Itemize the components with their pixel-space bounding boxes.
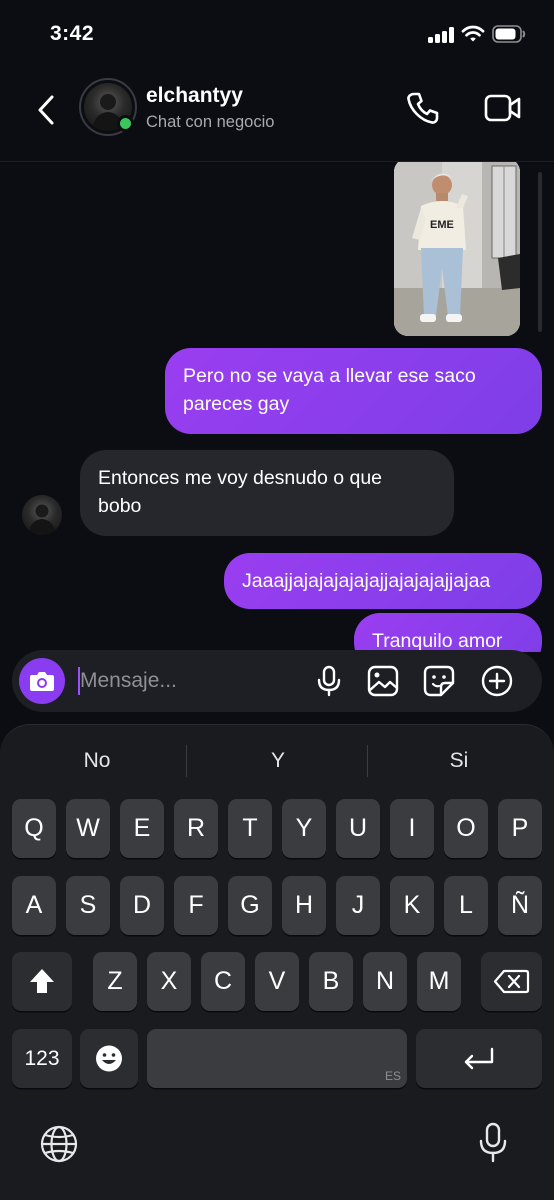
emoji-key[interactable] xyxy=(80,1029,138,1088)
message-line: Jaaajjajajajajajajjajajajajjajaa xyxy=(242,570,491,592)
message-line: pareces gay xyxy=(183,393,290,415)
space-key[interactable]: ES xyxy=(147,1029,407,1088)
key-l[interactable]: L xyxy=(444,876,488,935)
backspace-key[interactable] xyxy=(481,952,542,1011)
key-g[interactable]: G xyxy=(228,876,272,935)
wifi-icon xyxy=(461,25,485,42)
key-a[interactable]: A xyxy=(12,876,56,935)
key-s[interactable]: S xyxy=(66,876,110,935)
key-i[interactable]: I xyxy=(390,799,434,858)
photo-message[interactable]: EME xyxy=(394,162,520,336)
key-p[interactable]: P xyxy=(498,799,542,858)
cellular-signal-icon xyxy=(428,27,454,43)
emoji-icon xyxy=(96,1045,122,1072)
message-line: Pero no se vaya a llevar ese saco xyxy=(183,365,476,387)
scrollbar[interactable] xyxy=(538,172,542,332)
key-y[interactable]: Y xyxy=(282,799,326,858)
message-list[interactable]: EME Pero no se vaya a llevar ese saco pa… xyxy=(0,162,554,652)
incoming-message[interactable]: Entonces me voy desnudo o que bobo xyxy=(80,450,454,536)
key-r[interactable]: R xyxy=(174,799,218,858)
keyboard: No Y Si Q W E R T Y U I O P A S D F G H … xyxy=(0,724,554,1200)
sender-avatar[interactable] xyxy=(22,495,62,535)
outgoing-message[interactable]: Jaaajjajajajajajajjajajajajjajaa xyxy=(224,553,542,609)
key-q[interactable]: Q xyxy=(12,799,56,858)
key-h[interactable]: H xyxy=(282,876,326,935)
key-v[interactable]: V xyxy=(255,952,299,1011)
contact-name[interactable]: elchantyy xyxy=(146,84,243,108)
globe-icon[interactable] xyxy=(39,1124,79,1164)
message-line: Tranquilo amor xyxy=(372,630,503,652)
shift-key[interactable] xyxy=(12,952,72,1011)
message-input[interactable] xyxy=(80,664,300,698)
battery-icon xyxy=(492,25,526,43)
dictation-icon[interactable] xyxy=(478,1121,508,1165)
online-status-dot xyxy=(117,115,134,132)
key-x[interactable]: X xyxy=(147,952,191,1011)
key-n[interactable]: N xyxy=(363,952,407,1011)
mic-icon[interactable] xyxy=(313,665,345,697)
key-u[interactable]: U xyxy=(336,799,380,858)
key-m[interactable]: M xyxy=(417,952,461,1011)
key-k[interactable]: K xyxy=(390,876,434,935)
numbers-key[interactable]: 123 xyxy=(12,1029,72,1088)
return-icon xyxy=(464,1047,494,1070)
suggestion-item[interactable]: No xyxy=(5,739,189,783)
key-b[interactable]: B xyxy=(309,952,353,1011)
outgoing-message[interactable]: Pero no se vaya a llevar ese saco parece… xyxy=(165,348,542,434)
key-enye[interactable]: Ñ xyxy=(498,876,542,935)
svg-text:EME: EME xyxy=(430,219,454,231)
back-icon[interactable] xyxy=(32,90,62,130)
status-bar: 3:42 xyxy=(0,0,554,70)
key-d[interactable]: D xyxy=(120,876,164,935)
return-key[interactable] xyxy=(416,1029,542,1088)
key-e[interactable]: E xyxy=(120,799,164,858)
shift-icon xyxy=(30,969,54,993)
space-language-label: ES xyxy=(384,1069,401,1083)
message-composer xyxy=(12,650,542,712)
key-c[interactable]: C xyxy=(201,952,245,1011)
backspace-icon xyxy=(493,969,530,994)
key-z[interactable]: Z xyxy=(93,952,137,1011)
chat-header: elchantyy Chat con negocio xyxy=(0,70,554,162)
camera-icon xyxy=(30,672,54,691)
suggestion-bar: No Y Si xyxy=(0,739,554,783)
contact-subtitle: Chat con negocio xyxy=(146,113,275,131)
key-o[interactable]: O xyxy=(444,799,488,858)
message-line: Entonces me voy desnudo o que xyxy=(98,467,383,489)
plus-icon[interactable] xyxy=(481,665,513,697)
sticker-icon[interactable] xyxy=(423,665,455,697)
video-icon[interactable] xyxy=(484,92,522,124)
suggestion-item[interactable]: Si xyxy=(367,739,551,783)
key-f[interactable]: F xyxy=(174,876,218,935)
message-line: bobo xyxy=(98,495,142,517)
outgoing-message[interactable]: Tranquilo amor xyxy=(354,613,542,652)
suggestion-item[interactable]: Y xyxy=(186,739,370,783)
key-t[interactable]: T xyxy=(228,799,272,858)
key-j[interactable]: J xyxy=(336,876,380,935)
camera-button[interactable] xyxy=(19,658,65,704)
phone-icon[interactable] xyxy=(405,90,441,126)
status-time: 3:42 xyxy=(50,22,95,45)
key-w[interactable]: W xyxy=(66,799,110,858)
gallery-icon[interactable] xyxy=(367,665,399,697)
